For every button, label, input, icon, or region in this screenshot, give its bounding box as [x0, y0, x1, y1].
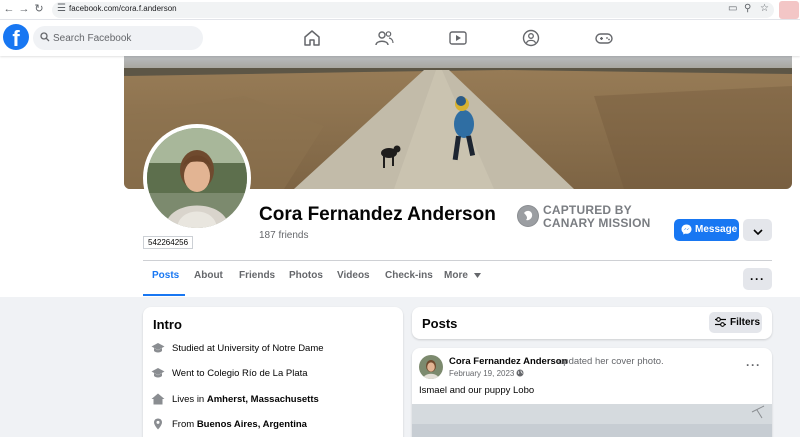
tab-photos[interactable]: Photos [289, 270, 323, 281]
tab-videos[interactable]: Videos [337, 270, 370, 281]
intro-item-link[interactable]: Amherst, Massachusetts [207, 394, 319, 405]
home-icon[interactable] [302, 29, 322, 47]
url-text[interactable]: facebook.com/cora.f.anderson [69, 4, 177, 13]
post-text: Ismael and our puppy Lobo [419, 385, 535, 396]
post-author-avatar[interactable] [419, 355, 443, 379]
post-date[interactable]: February 19, 2023 · [449, 369, 519, 378]
chevron-down-icon [752, 228, 763, 235]
post-image[interactable] [412, 404, 772, 437]
browser-toolbar: ← → ↻ ☰ facebook.com/cora.f.anderson ▭ ⚲… [0, 0, 800, 20]
profile-name: Cora Fernandez Anderson [259, 204, 496, 225]
messenger-icon [681, 224, 692, 235]
canary-mission-watermark: CAPTURED BY CANARY MISSION [517, 203, 657, 230]
tabs-options-button[interactable]: ··· [743, 268, 772, 290]
posts-header-card: Posts Filters [412, 307, 772, 339]
intro-item-text: Went to Colegio Río de La Plata [172, 368, 308, 379]
canary-logo-icon [517, 205, 539, 227]
watch-icon[interactable] [448, 29, 468, 47]
posts-title: Posts [422, 316, 458, 331]
watermark-line-2: CANARY MISSION [543, 216, 651, 230]
tab-more-label: More [444, 270, 468, 281]
intro-item-text: Studied at University of Notre Dame [172, 343, 324, 354]
reload-icon[interactable]: ↻ [32, 2, 46, 16]
location-pin-icon [154, 418, 162, 430]
profile-picture[interactable] [147, 128, 247, 228]
graduation-cap-icon [151, 368, 165, 378]
search-input[interactable] [53, 29, 198, 47]
profile-picture-ring[interactable] [143, 124, 251, 232]
id-badge: 542264256 [143, 236, 194, 249]
zoom-icon[interactable]: ⚲ [744, 3, 751, 14]
post-author-name[interactable]: Cora Fernandez Anderson [449, 356, 567, 367]
browser-profile-avatar[interactable] [779, 1, 799, 19]
site-settings-icon[interactable]: ☰ [57, 3, 66, 14]
message-label: Message [695, 224, 738, 235]
globe-icon [516, 369, 524, 377]
facebook-logo[interactable]: f [3, 24, 29, 50]
cast-icon[interactable]: ▭ [728, 3, 737, 14]
profile-options-button[interactable] [743, 219, 772, 241]
address-bar[interactable]: ☰ facebook.com/cora.f.anderson ▭ ⚲ ☆ [52, 2, 774, 18]
back-icon[interactable]: ← [2, 2, 16, 16]
friends-count[interactable]: 187 friends [259, 230, 308, 241]
gaming-icon[interactable] [594, 29, 614, 47]
caret-down-icon [473, 272, 481, 278]
active-tab-indicator [143, 294, 185, 296]
intro-item-text: From [172, 419, 197, 430]
tab-about[interactable]: About [194, 270, 223, 281]
tab-more[interactable]: More [444, 270, 481, 281]
header-divider [143, 260, 772, 261]
message-button[interactable]: Message [674, 219, 739, 241]
post-card: Cora Fernandez Anderson updated her cove… [412, 348, 772, 437]
facebook-header: f [0, 20, 800, 56]
filters-label: Filters [730, 317, 761, 328]
intro-item-text: Lives in [172, 394, 207, 405]
post-options-button[interactable]: ··· [746, 358, 761, 372]
filters-icon [715, 317, 726, 327]
intro-card: Intro Studied at University of Notre Dam… [143, 307, 403, 437]
intro-item-link[interactable]: Buenos Aires, Argentina [197, 419, 307, 430]
search-box[interactable] [33, 26, 203, 50]
post-action-text: updated her cover photo. [558, 356, 664, 367]
home-icon [151, 393, 165, 405]
tab-friends[interactable]: Friends [239, 270, 275, 281]
watermark-line-1: CAPTURED BY [543, 203, 632, 217]
intro-title: Intro [153, 317, 182, 332]
friends-icon[interactable] [374, 29, 394, 47]
bookmark-star-icon[interactable]: ☆ [760, 3, 769, 14]
forward-icon[interactable]: → [17, 2, 31, 16]
tab-posts[interactable]: Posts [152, 270, 179, 281]
graduation-cap-icon [151, 343, 165, 353]
filters-button[interactable]: Filters [709, 312, 762, 333]
tab-check-ins[interactable]: Check-ins [385, 270, 433, 281]
search-icon [40, 32, 50, 42]
groups-icon[interactable] [521, 29, 541, 47]
